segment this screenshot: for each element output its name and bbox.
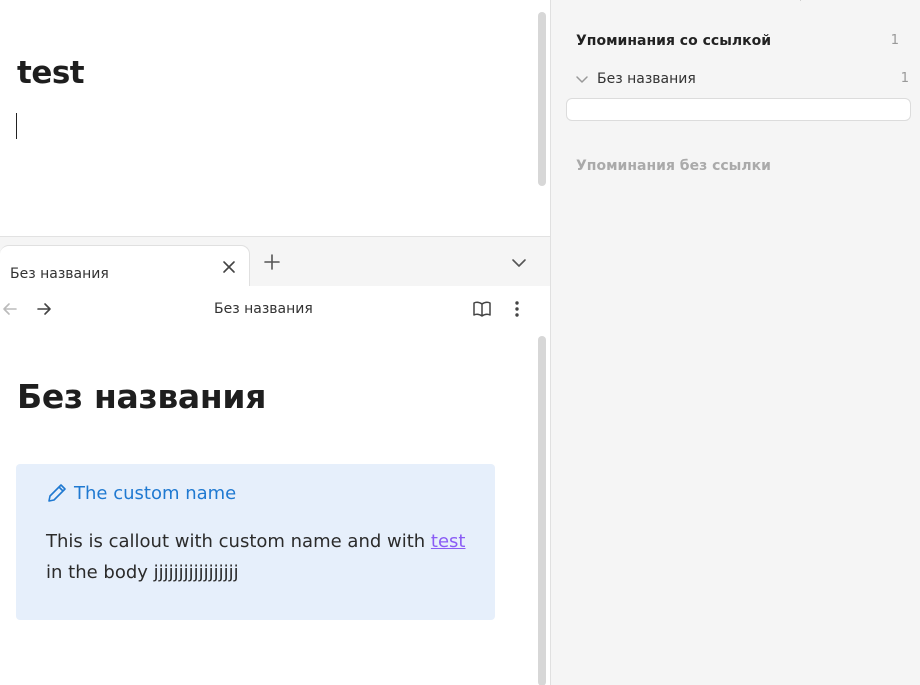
pencil-icon bbox=[48, 484, 66, 502]
chevron-down-icon[interactable] bbox=[510, 254, 528, 272]
note-title[interactable]: test bbox=[17, 55, 85, 91]
linked-mentions-count: 1 bbox=[890, 33, 899, 48]
sort-icon[interactable] bbox=[749, 0, 765, 6]
top-pane-scrollbar[interactable] bbox=[538, 12, 546, 186]
tab-active[interactable]: Без названия bbox=[0, 245, 250, 288]
backlinks-sidebar: Упоминания со ссылкой 1 Без названия 1 У… bbox=[550, 0, 920, 685]
chevron-down-icon[interactable] bbox=[575, 73, 589, 87]
callout-text-before: This is callout with custom name and wit… bbox=[46, 531, 431, 552]
callout-title: The custom name bbox=[74, 482, 237, 504]
backlink-file-name[interactable]: Без названия bbox=[597, 71, 696, 87]
backlink-file-count: 1 bbox=[900, 71, 909, 86]
backlink-match-preview[interactable] bbox=[566, 98, 911, 121]
tab-label: Без названия bbox=[10, 266, 109, 282]
internal-link[interactable]: test bbox=[431, 531, 466, 552]
top-editor-pane[interactable]: test bbox=[0, 0, 550, 236]
sidebar-toolbar bbox=[711, 0, 803, 6]
plus-icon[interactable] bbox=[262, 252, 282, 272]
close-icon[interactable] bbox=[221, 259, 237, 275]
search-icon[interactable] bbox=[787, 0, 803, 6]
view-header-title[interactable]: Без названия bbox=[214, 301, 313, 317]
callout-header: The custom name bbox=[46, 482, 236, 504]
callout[interactable]: The custom name This is callout with cus… bbox=[16, 464, 495, 620]
more-vertical-icon[interactable] bbox=[509, 298, 525, 320]
unlinked-mentions-header[interactable]: Упоминания без ссылки bbox=[576, 158, 771, 174]
nav-bar: Без названия bbox=[0, 286, 550, 332]
book-open-icon[interactable] bbox=[471, 298, 493, 320]
reading-view-scrollbar[interactable] bbox=[538, 336, 546, 685]
callout-text-after: in the body jjjjjjjjjjjjjjjjj bbox=[46, 562, 239, 583]
reading-view[interactable]: Без названия The custom name This is cal… bbox=[0, 332, 550, 685]
document-title: Без названия bbox=[17, 377, 267, 416]
arrow-right-icon[interactable] bbox=[35, 300, 53, 318]
linked-mentions-header[interactable]: Упоминания со ссылкой bbox=[576, 33, 771, 49]
callout-body: This is callout with custom name and wit… bbox=[46, 526, 486, 588]
text-cursor bbox=[16, 113, 17, 139]
arrow-left-icon[interactable] bbox=[1, 300, 19, 318]
collapse-icon[interactable] bbox=[711, 0, 727, 6]
backlink-group[interactable]: Без названия 1 bbox=[573, 70, 909, 92]
tab-strip: Без названия bbox=[0, 236, 550, 288]
